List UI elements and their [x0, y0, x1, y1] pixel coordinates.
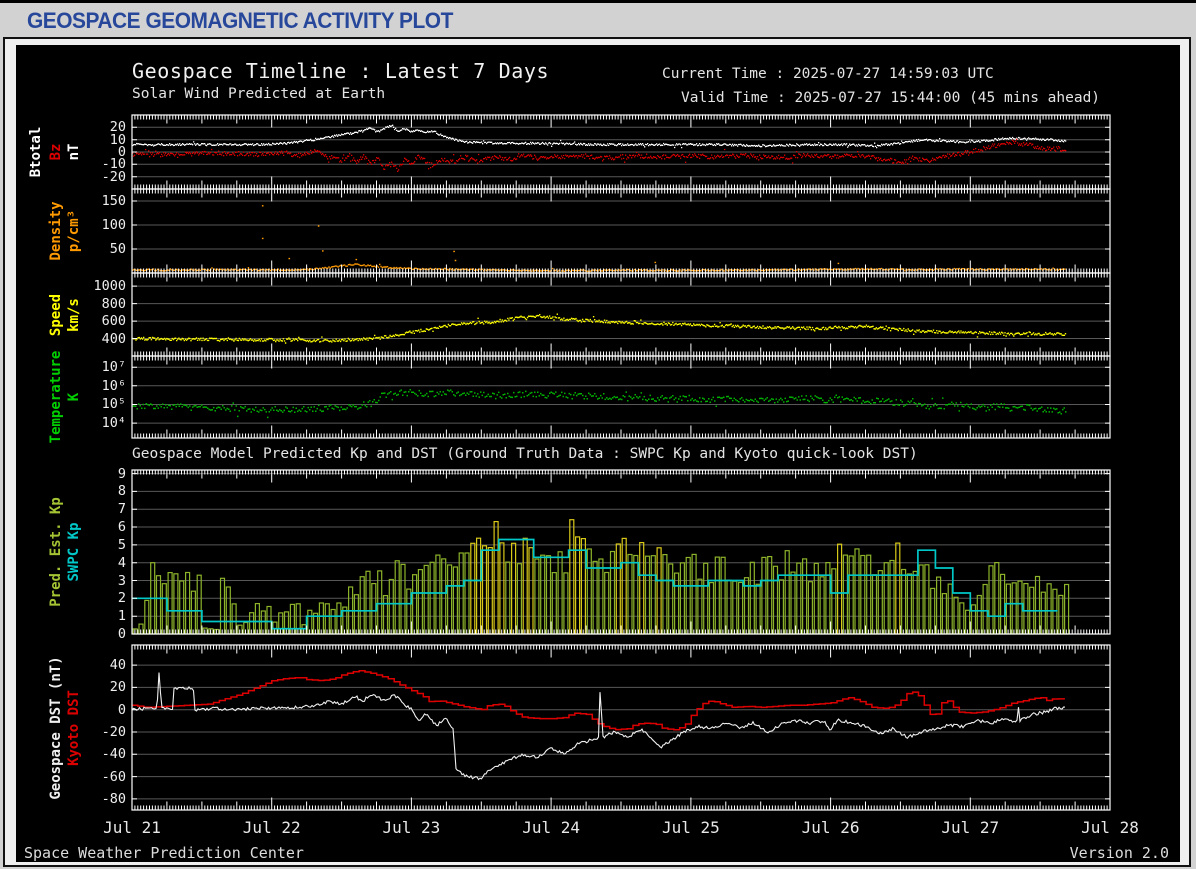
- axis-label-dens-0: Density: [48, 201, 64, 260]
- kp-dst-section-title: Geospace Model Predicted Kp and DST (Gro…: [132, 446, 918, 462]
- axis-label-speed-1: km/s: [66, 298, 82, 332]
- axis-label-kp-1: SWPC Kp: [66, 522, 82, 581]
- current-time-label: Current Time : 2025-07-27 14:59:03 UTC: [662, 66, 994, 82]
- x-tick-label-Jul-24: Jul 24: [506, 818, 596, 837]
- content-frame: Geospace Timeline : Latest 7 Days Solar …: [3, 37, 1191, 867]
- axis-label-b-1: Bz: [48, 144, 64, 161]
- footer-source-label: Space Weather Prediction Center: [24, 844, 304, 862]
- footer-version-label: Version 2.0: [1070, 844, 1169, 862]
- x-tick-label-Jul-27: Jul 27: [925, 818, 1015, 837]
- geospace-activity-page: GEOSPACE GEOMAGNETIC ACTIVITY PLOT Geosp…: [0, 0, 1196, 869]
- x-tick-label-Jul-28: Jul 28: [1065, 818, 1155, 837]
- y-tick-kp-9: 9: [40, 466, 126, 482]
- page-title: GEOSPACE GEOMAGNETIC ACTIVITY PLOT: [27, 8, 453, 34]
- y-tick-speed-1000: 1000: [40, 278, 126, 294]
- plot-title: Geospace Timeline : Latest 7 Days: [132, 59, 549, 83]
- axis-label-dst-1: Kyoto DST: [66, 690, 82, 766]
- x-tick-label-Jul-25: Jul 25: [646, 818, 736, 837]
- axis-label-dens-1: p/cm³: [66, 210, 82, 252]
- axis-label-speed-0: Speed: [48, 293, 64, 335]
- x-tick-label-Jul-26: Jul 26: [786, 818, 876, 837]
- axis-label-temp-0: Temperature: [48, 351, 64, 444]
- x-tick-label-Jul-22: Jul 22: [227, 818, 317, 837]
- y-tick-b--20: -20: [40, 169, 126, 185]
- axis-label-b-0: Btotal: [28, 127, 44, 178]
- axis-label-b-2: nT: [66, 144, 82, 161]
- valid-time-label: Valid Time : 2025-07-27 15:44:00 (45 min…: [681, 90, 1100, 106]
- y-tick-kp-1: 1: [40, 608, 126, 624]
- axis-label-kp-0: Pred. Est. Kp: [48, 497, 64, 607]
- plot-canvas: Geospace Timeline : Latest 7 Days Solar …: [16, 45, 1180, 862]
- x-tick-label-Jul-21: Jul 21: [87, 818, 177, 837]
- x-tick-label-Jul-23: Jul 23: [366, 818, 456, 837]
- solar-wind-section-title: Solar Wind Predicted at Earth: [132, 86, 385, 102]
- y-tick-kp-0: 0: [40, 626, 126, 642]
- window-title-bar: GEOSPACE GEOMAGNETIC ACTIVITY PLOT: [0, 3, 1196, 36]
- axis-label-dst-0: Geospace DST (nT): [48, 656, 64, 799]
- axis-label-temp-1: K: [66, 393, 82, 401]
